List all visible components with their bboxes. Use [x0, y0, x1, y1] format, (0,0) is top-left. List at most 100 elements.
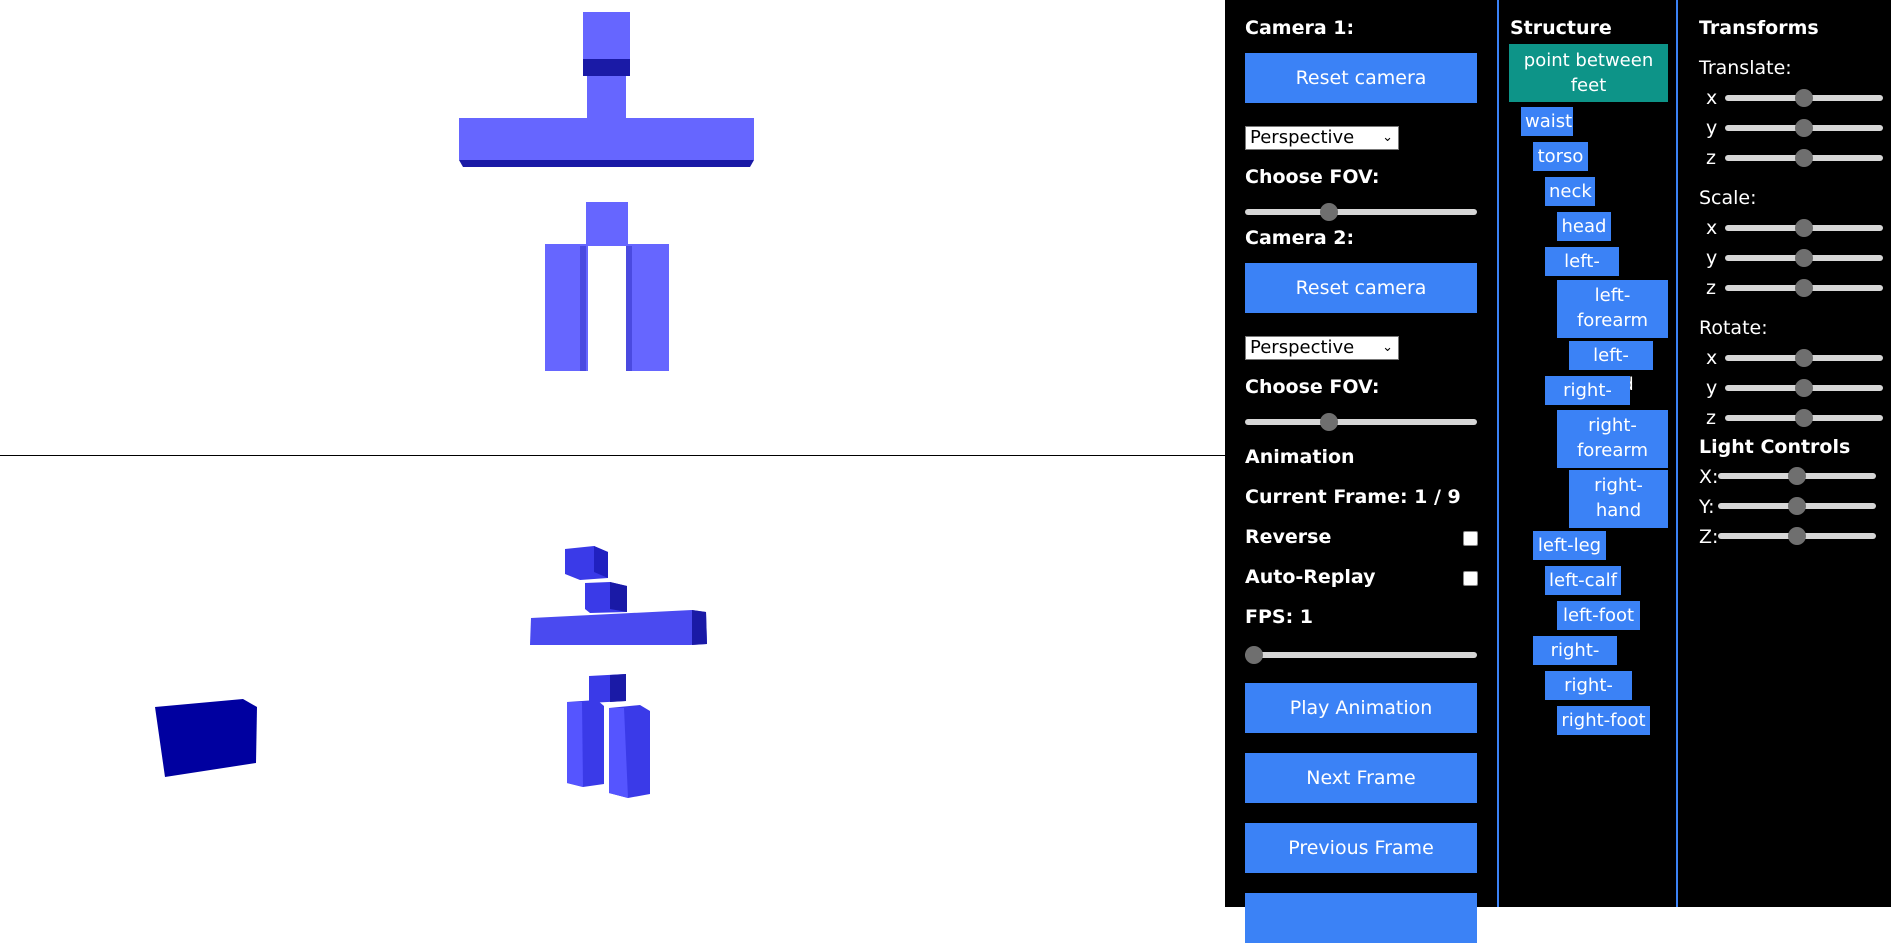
tree-node-left-hand[interactable]: left-hand: [1569, 341, 1653, 395]
slider-thumb[interactable]: [1795, 409, 1813, 427]
camera1-fov-label: Choose FOV:: [1245, 166, 1380, 188]
animation-title: Animation: [1245, 446, 1355, 468]
slider-thumb[interactable]: [1788, 497, 1806, 515]
camera1-viewport[interactable]: [0, 0, 1225, 455]
camera2-fov-label: Choose FOV:: [1245, 376, 1380, 398]
light-z-slider[interactable]: [1718, 526, 1876, 546]
tree-node-waist[interactable]: waist: [1521, 107, 1573, 136]
slider-track: [1245, 209, 1477, 215]
tree-node-right-calf[interactable]: right-calf: [1545, 671, 1632, 725]
camera2-reset-button[interactable]: Reset camera: [1245, 263, 1477, 313]
translate-y-label: y: [1706, 117, 1718, 139]
tree-node-neck[interactable]: neck: [1545, 177, 1595, 206]
camera2-projection-select[interactable]: Perspective ⌄: [1245, 336, 1399, 360]
translate-label: Translate:: [1699, 57, 1792, 79]
partial-button[interactable]: [1245, 893, 1477, 943]
model2-waist-side: [610, 674, 626, 702]
scale-x-slider[interactable]: [1725, 218, 1883, 238]
slider-thumb[interactable]: [1795, 149, 1813, 167]
reverse-label: Reverse: [1245, 526, 1332, 548]
autoreplay-checkbox[interactable]: [1463, 571, 1478, 586]
model-arms-underside: [459, 160, 754, 167]
scale-z-label: z: [1706, 277, 1716, 299]
tree-node-head[interactable]: head: [1557, 212, 1611, 241]
tree-node-point-between-feet[interactable]: point between feet: [1509, 44, 1668, 102]
tree-node-left-calf[interactable]: left-calf: [1545, 566, 1621, 595]
camera2-fov-slider[interactable]: [1245, 412, 1477, 432]
rotate-z-slider[interactable]: [1725, 408, 1883, 428]
slider-thumb[interactable]: [1319, 203, 1338, 221]
model2-arms-end: [692, 610, 707, 645]
slider-thumb[interactable]: [1795, 89, 1813, 107]
tree-node-right-leg[interactable]: right-leg: [1533, 636, 1617, 690]
camera1-title: Camera 1:: [1245, 17, 1355, 39]
scale-label: Scale:: [1699, 187, 1757, 209]
camera2-projection-value: Perspective: [1250, 337, 1355, 358]
tree-node-right-arm[interactable]: right-arm: [1545, 376, 1630, 430]
translate-z-label: z: [1706, 147, 1716, 169]
tree-node-left-leg[interactable]: left-leg: [1533, 531, 1606, 560]
translate-z-slider[interactable]: [1725, 148, 1883, 168]
slider-thumb[interactable]: [1319, 413, 1338, 431]
rotate-x-label: x: [1706, 347, 1718, 369]
camera2-viewport[interactable]: [0, 456, 1225, 907]
structure-panel: Structure point between feet waist torso…: [1497, 0, 1678, 907]
current-frame: Current Frame: 1 / 9: [1245, 486, 1461, 508]
model-arms: [459, 118, 754, 160]
tree-node-left-arm[interactable]: left-arm: [1545, 247, 1619, 301]
tree-node-torso[interactable]: torso: [1533, 142, 1588, 171]
translate-y-slider[interactable]: [1725, 118, 1883, 138]
structure-title: Structure: [1510, 17, 1612, 39]
light-z-label: Z:: [1699, 526, 1719, 548]
model2-left-leg-face: [567, 702, 583, 787]
scale-z-slider[interactable]: [1725, 278, 1883, 298]
tree-node-right-foot[interactable]: right-foot: [1557, 706, 1650, 735]
camera1-reset-button[interactable]: Reset camera: [1245, 53, 1477, 103]
camera-panel: Camera 1: Reset camera Perspective ⌄ Cho…: [1225, 0, 1497, 943]
scale-x-label: x: [1706, 217, 1718, 239]
fps-slider[interactable]: [1245, 645, 1477, 665]
rotate-x-slider[interactable]: [1725, 348, 1883, 368]
slider-thumb[interactable]: [1788, 467, 1806, 485]
chevron-down-icon: ⌄: [1382, 340, 1393, 355]
camera2-title: Camera 2:: [1245, 227, 1355, 249]
light-y-slider[interactable]: [1718, 496, 1876, 516]
model-head-underside: [583, 59, 630, 76]
tree-node-right-hand[interactable]: right-hand: [1569, 470, 1668, 528]
slider-track: [1245, 652, 1477, 658]
light-x-label: X:: [1699, 466, 1719, 488]
tree-node-left-foot[interactable]: left-foot: [1557, 601, 1640, 630]
model-waist: [586, 202, 628, 246]
camera1-fov-slider[interactable]: [1245, 202, 1477, 222]
rotate-y-slider[interactable]: [1725, 378, 1883, 398]
camera1-projection-value: Perspective: [1250, 127, 1355, 148]
slider-thumb[interactable]: [1788, 527, 1806, 545]
transforms-panel: Transforms Translate: x y z Scale: x y z…: [1678, 0, 1891, 907]
slider-thumb[interactable]: [1795, 279, 1813, 297]
slider-thumb[interactable]: [1795, 119, 1813, 137]
slider-track: [1245, 419, 1477, 425]
translate-x-slider[interactable]: [1725, 88, 1883, 108]
scale-y-slider[interactable]: [1725, 248, 1883, 268]
light-x-slider[interactable]: [1718, 466, 1876, 486]
rotate-z-label: z: [1706, 407, 1716, 429]
model-head: [583, 12, 630, 59]
slider-thumb[interactable]: [1795, 379, 1813, 397]
camera1-projection-select[interactable]: Perspective ⌄: [1245, 126, 1399, 150]
previous-frame-button[interactable]: Previous Frame: [1245, 823, 1477, 873]
play-animation-button[interactable]: Play Animation: [1245, 683, 1477, 733]
rotate-label: Rotate:: [1699, 317, 1768, 339]
slider-thumb[interactable]: [1245, 646, 1263, 664]
light-y-label: Y:: [1699, 496, 1715, 518]
next-frame-button[interactable]: Next Frame: [1245, 753, 1477, 803]
model2-neck-side: [610, 582, 627, 612]
chevron-down-icon: ⌄: [1382, 130, 1393, 145]
fps-label: FPS: 1: [1245, 606, 1314, 628]
slider-thumb[interactable]: [1795, 249, 1813, 267]
reverse-checkbox[interactable]: [1463, 531, 1478, 546]
tree-node-left-forearm[interactable]: left-forearm: [1557, 280, 1668, 338]
model-right-leg: [626, 244, 669, 371]
slider-thumb[interactable]: [1795, 219, 1813, 237]
slider-thumb[interactable]: [1795, 349, 1813, 367]
tree-node-right-forearm[interactable]: right-forearm: [1557, 410, 1668, 468]
